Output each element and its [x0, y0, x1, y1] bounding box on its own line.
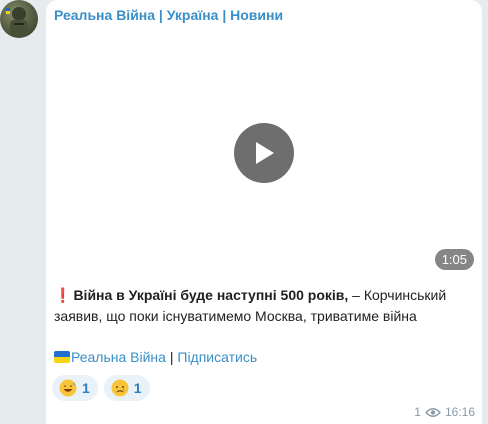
- ukraine-flag-icon: [54, 351, 70, 363]
- message-meta: 1 16:16: [414, 405, 475, 419]
- grinning-sweat-icon: [59, 379, 77, 397]
- reaction-count: 1: [82, 380, 90, 396]
- video-preview[interactable]: 1:05: [46, 30, 482, 274]
- footer-links: Реальна Війна | Підписатись: [54, 347, 257, 368]
- channel-link[interactable]: Реальна Війна: [71, 349, 166, 365]
- reaction-crying-face[interactable]: 1: [103, 375, 150, 401]
- subscribe-link[interactable]: Підписатись: [177, 349, 257, 365]
- eye-icon: [425, 407, 441, 417]
- reactions-bar: 1 1: [52, 375, 150, 401]
- message-text: ❗ Війна в Україні буде наступні 500 років…: [54, 285, 474, 327]
- channel-name[interactable]: Реальна Війна | Україна | Новини: [54, 7, 283, 23]
- soldier-avatar-image: [6, 7, 28, 36]
- reaction-count: 1: [133, 380, 142, 396]
- play-button[interactable]: [234, 123, 294, 183]
- message-time: 16:16: [444, 405, 475, 419]
- play-icon: [256, 142, 274, 164]
- link-separator: |: [165, 349, 178, 365]
- video-duration: 1:05: [434, 249, 474, 270]
- view-count: 1: [414, 405, 421, 419]
- exclamation-icon: ❗: [54, 287, 72, 303]
- channel-avatar[interactable]: [0, 0, 38, 38]
- message-bubble: Реальна Війна | Україна | Новини 1:05 ❗ В…: [46, 0, 482, 424]
- headline: Війна в Україні буде наступні 500 років,: [73, 287, 349, 303]
- crying-face-icon: [111, 379, 129, 397]
- reaction-grinning-sweat[interactable]: 1: [52, 375, 98, 401]
